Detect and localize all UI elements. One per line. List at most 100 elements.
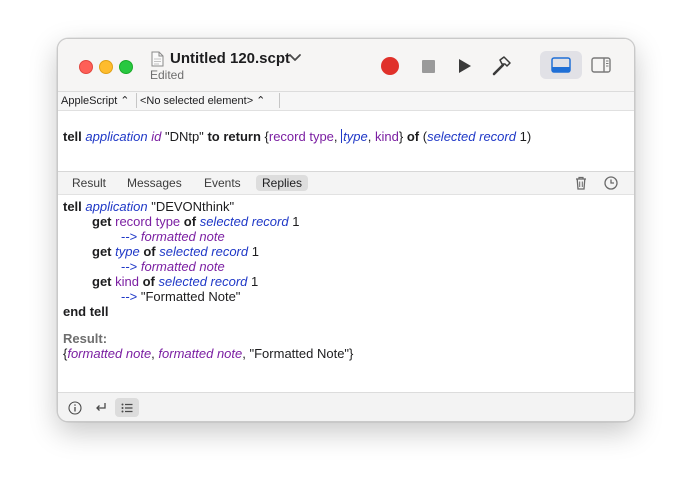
code-keyword: of xyxy=(406,129,420,144)
language-selector[interactable]: AppleScript ⌃ xyxy=(61,94,130,107)
code-punct: } xyxy=(398,129,404,144)
log-class: selected record xyxy=(158,274,248,289)
log-keyword: get xyxy=(92,274,112,289)
code-property: kind xyxy=(375,129,399,144)
description-button[interactable] xyxy=(63,398,87,417)
nav-divider xyxy=(136,93,137,108)
log-punct: , xyxy=(151,346,155,361)
code-property: record type xyxy=(268,129,334,144)
run-button[interactable] xyxy=(453,54,477,78)
log-number: 1 xyxy=(251,274,259,289)
log-tabs: Result Messages Events Replies xyxy=(58,172,634,195)
log-line: get record type of selected record 1 xyxy=(92,214,299,229)
record-button[interactable] xyxy=(378,54,402,78)
code-keyword: return xyxy=(223,129,261,144)
code-line: tell application id "DNtp" to return {re… xyxy=(63,129,531,144)
code-id: id xyxy=(151,129,162,144)
log-keyword: get xyxy=(92,244,112,259)
bottom-button-group xyxy=(63,398,139,417)
record-icon xyxy=(381,57,399,75)
minimize-button[interactable] xyxy=(99,60,113,74)
log-line: tell application "DEVONthink" xyxy=(63,199,234,214)
log-keyword: of xyxy=(183,214,197,229)
log-property: record type xyxy=(115,214,181,229)
log-keyword: of xyxy=(143,244,156,259)
log-class: selected record xyxy=(159,244,249,259)
zoom-button[interactable] xyxy=(119,60,133,74)
stop-icon xyxy=(421,59,435,73)
log-application: application xyxy=(85,199,148,214)
chevron-down-icon[interactable] xyxy=(288,52,302,64)
log-keyword: end tell xyxy=(63,304,109,319)
return-button[interactable] xyxy=(89,398,113,417)
log-line: get kind of selected record 1 xyxy=(92,274,258,289)
side-pane-icon xyxy=(591,57,611,73)
log-line: end tell xyxy=(63,304,109,319)
tab-replies[interactable]: Replies xyxy=(256,175,309,191)
code-class: selected record xyxy=(427,129,516,144)
log-button[interactable] xyxy=(115,398,139,417)
log-line: --> formatted note xyxy=(121,259,225,274)
stop-button[interactable] xyxy=(416,54,440,78)
code-punct: , xyxy=(333,129,338,144)
info-icon xyxy=(68,400,82,415)
log-line: get type of selected record 1 xyxy=(92,244,259,259)
history-icon[interactable] xyxy=(603,175,619,191)
element-selector[interactable]: <No selected element> ⌃ xyxy=(140,94,265,107)
code-property: type xyxy=(343,129,368,144)
code-application: application xyxy=(85,129,148,144)
log-number: 1 xyxy=(292,214,300,229)
side-pane-button[interactable] xyxy=(589,53,613,77)
script-editor[interactable]: tell application id "DNtp" to return {re… xyxy=(58,111,634,171)
code-number: 1) xyxy=(519,129,532,144)
script-editor-window: Untitled 120.scpt Edited AppleScript ⌃ <… xyxy=(57,38,635,422)
log-value: formatted note xyxy=(158,346,243,361)
log-string: "Formatted Note"} xyxy=(249,346,354,361)
log-number: 1 xyxy=(251,244,259,259)
code-string: "DNtp" xyxy=(164,129,204,144)
log-punct: , xyxy=(242,346,246,361)
tab-events[interactable]: Events xyxy=(198,175,247,191)
navigation-bar: AppleScript ⌃ <No selected element> ⌃ xyxy=(58,92,634,111)
log-value: formatted note xyxy=(67,346,152,361)
log-value: formatted note xyxy=(140,259,225,274)
window-title: Untitled 120.scpt xyxy=(170,50,291,67)
log-line: --> "Formatted Note" xyxy=(121,289,240,304)
log-arrow: --> xyxy=(121,229,138,244)
log-line: --> formatted note xyxy=(121,229,225,244)
titlebar: Untitled 120.scpt Edited xyxy=(58,39,634,92)
compile-button[interactable] xyxy=(490,54,514,78)
view-toggle-active[interactable] xyxy=(540,51,582,79)
result-value: {formatted note, formatted note, "Format… xyxy=(63,346,353,361)
close-button[interactable] xyxy=(79,60,93,74)
log-string: "Formatted Note" xyxy=(140,289,241,304)
log-keyword: tell xyxy=(63,199,82,214)
log-class: selected record xyxy=(199,214,289,229)
hammer-icon xyxy=(492,56,511,76)
result-label: Result: xyxy=(63,331,107,346)
log-string: "DEVONthink" xyxy=(151,199,235,214)
log-keyword: of xyxy=(142,274,155,289)
result-heading: Result: xyxy=(63,331,108,346)
document-icon xyxy=(151,51,164,67)
trash-icon[interactable] xyxy=(573,175,589,191)
log-arrow: --> xyxy=(121,259,138,274)
log-property: type xyxy=(115,244,140,259)
bottom-bar xyxy=(58,392,634,421)
code-punct: , xyxy=(367,129,372,144)
log-value: formatted note xyxy=(140,229,225,244)
log-arrow: --> xyxy=(121,289,138,304)
nav-divider xyxy=(279,93,280,108)
return-icon xyxy=(96,402,106,411)
play-icon xyxy=(459,59,471,73)
log-property: kind xyxy=(115,274,139,289)
list-icon xyxy=(121,403,133,412)
tab-result[interactable]: Result xyxy=(66,175,112,191)
document-status: Edited xyxy=(150,68,185,82)
tab-messages[interactable]: Messages xyxy=(121,175,188,191)
code-keyword: tell xyxy=(63,129,82,144)
replies-log: tell application "DEVONthink" get record… xyxy=(58,195,634,391)
log-keyword: get xyxy=(92,214,112,229)
bottom-pane-icon xyxy=(551,57,571,73)
code-keyword: to xyxy=(207,129,220,144)
